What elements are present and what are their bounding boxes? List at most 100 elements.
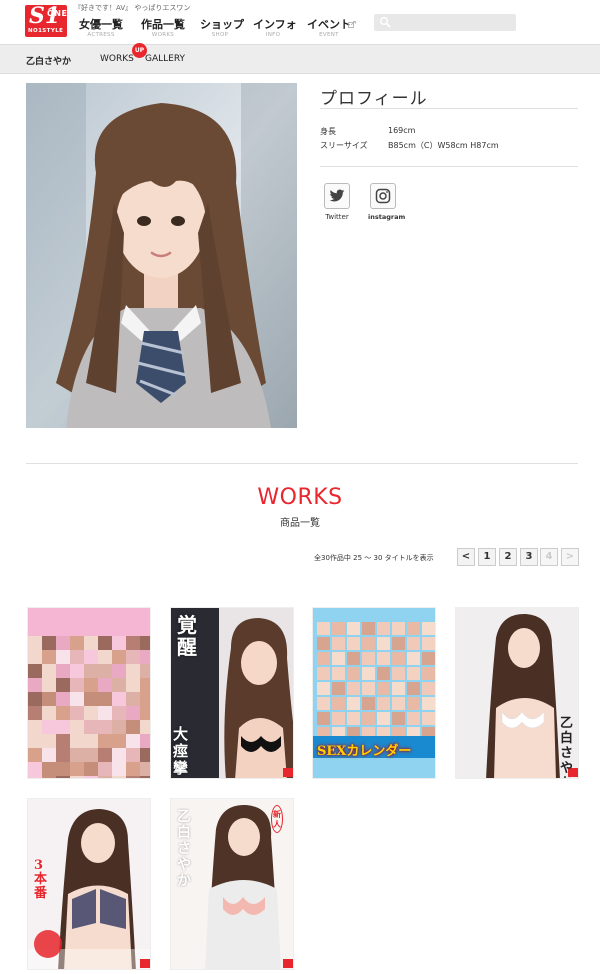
mosaic-tile (70, 776, 84, 778)
mosaic-tile (98, 636, 112, 650)
mosaic-tile (70, 622, 84, 636)
subnav-gallery-link[interactable]: GALLERY (145, 54, 185, 64)
work-cover-2[interactable]: 覚醒 大痙攣 (170, 607, 294, 779)
mosaic-tile (42, 650, 56, 664)
mosaic-tile (56, 776, 70, 778)
nav-event-label: イベント (307, 18, 351, 31)
mosaic-tile (28, 664, 42, 678)
nav-works-sublabel: WORKS (151, 32, 175, 38)
mosaic-tile (70, 720, 84, 734)
mosaic-tile (56, 622, 70, 636)
cover-3-thumb (347, 682, 360, 695)
mosaic-tile (112, 636, 126, 650)
cover-3-thumb (422, 622, 435, 635)
cover-3-thumb (407, 652, 420, 665)
search-input[interactable] (374, 14, 516, 31)
mosaic-tile (70, 650, 84, 664)
site-header: S1 ONE NO1STYLE 『好きです！AV』 やっぱりエスワン 女優一覧 … (0, 0, 600, 44)
cover-3-thumb (377, 712, 390, 725)
search-icon (380, 17, 391, 28)
mosaic-tile (112, 720, 126, 734)
cover-3-thumb (422, 667, 435, 680)
nav-info[interactable]: インフォ INFO (253, 18, 297, 39)
cover-3-thumb (362, 637, 375, 650)
actress-subnav: 乙白さやか WORKS UP GALLERY (0, 43, 600, 74)
pagination-prev-button[interactable]: < (457, 548, 475, 566)
mosaic-tile (42, 776, 56, 778)
cover-3-thumb (422, 682, 435, 695)
cover-3-thumb (362, 712, 375, 725)
mosaic-tile (70, 748, 84, 762)
mosaic-tile (42, 636, 56, 650)
mosaic-tile (56, 748, 70, 762)
mosaic-image (28, 608, 150, 778)
mosaic-tile (126, 706, 140, 720)
mosaic-tile (84, 664, 98, 678)
mosaic-tile (112, 692, 126, 706)
mosaic-tile (70, 762, 84, 776)
nav-info-sublabel: INFO (265, 32, 281, 38)
subnav-works-link[interactable]: WORKS (100, 54, 134, 64)
cover-3-thumb (392, 637, 405, 650)
profile-title: プロフィール (320, 89, 428, 109)
work-cover-5[interactable]: 3本番 (27, 798, 151, 970)
cover-3-thumb (362, 652, 375, 665)
mosaic-tile (42, 706, 56, 720)
cover-3-thumb (362, 682, 375, 695)
mosaic-tile (140, 776, 150, 778)
nav-works[interactable]: 作品一覧 WORKS (141, 18, 185, 39)
mosaic-tile (28, 692, 42, 706)
mosaic-tile (112, 622, 126, 636)
nav-actress[interactable]: 女優一覧 ACTRESS (79, 18, 123, 39)
mosaic-tile (84, 636, 98, 650)
mosaic-tile (84, 622, 98, 636)
work-cover-1[interactable] (27, 607, 151, 779)
mosaic-tile (98, 762, 112, 776)
cover-4-title: 乙白さやか (560, 716, 574, 778)
pagination-page-2[interactable]: 2 (499, 548, 517, 566)
profile-row-sizes: スリーサイズ B85cm（C）W58cm H87cm (320, 140, 499, 151)
nav-event[interactable]: イベント EVENT (306, 18, 352, 39)
mosaic-tile (42, 678, 56, 692)
mosaic-tile (56, 734, 70, 748)
work-cover-3[interactable]: SEXカレンダー (312, 607, 436, 779)
mosaic-tile (28, 776, 42, 778)
instagram-label: instagram (368, 213, 406, 221)
cover-3-thumb (407, 637, 420, 650)
cover-3-thumb (347, 652, 360, 665)
mosaic-tile (126, 664, 140, 678)
mosaic-tile (28, 734, 42, 748)
mosaic-tile (112, 748, 126, 762)
work-cover-6[interactable]: 乙白さやか 新人 (170, 798, 294, 970)
nav-shop-label: ショップ (200, 18, 244, 31)
site-tagline: 『好きです！AV』 やっぱりエスワン (74, 4, 191, 12)
mosaic-tile (28, 608, 42, 622)
cover-2-title: 覚醒 (177, 613, 197, 659)
mosaic-tile (42, 692, 56, 706)
nav-shop[interactable]: ショップ SHOP (200, 18, 244, 39)
cover-3-thumb (317, 622, 330, 635)
mosaic-tile (56, 650, 70, 664)
instagram-link[interactable]: instagram (368, 183, 406, 221)
mosaic-tile (140, 692, 150, 706)
twitter-link[interactable]: Twitter (322, 183, 352, 221)
s1-logo[interactable]: S1 ONE NO1STYLE (25, 4, 67, 37)
cover-3-thumb (332, 637, 345, 650)
mosaic-tile (98, 734, 112, 748)
work-cover-4[interactable]: 乙白さやか (455, 607, 579, 779)
cover-3-thumb (377, 637, 390, 650)
cover-3-thumb (422, 637, 435, 650)
mosaic-tile (112, 762, 126, 776)
actress-name: 乙白さやか (26, 57, 72, 67)
cover-3-thumb (407, 712, 420, 725)
mosaic-tile (70, 706, 84, 720)
pagination-page-3[interactable]: 3 (520, 548, 538, 566)
mosaic-tile (126, 608, 140, 622)
mosaic-tile (56, 664, 70, 678)
profile-row-height: 身長 169cm (320, 126, 415, 137)
cover-3-thumb (377, 682, 390, 695)
pagination-page-1[interactable]: 1 (478, 548, 496, 566)
mosaic-tile (56, 762, 70, 776)
cover-3-thumb (317, 682, 330, 695)
cover-3-thumb (422, 652, 435, 665)
